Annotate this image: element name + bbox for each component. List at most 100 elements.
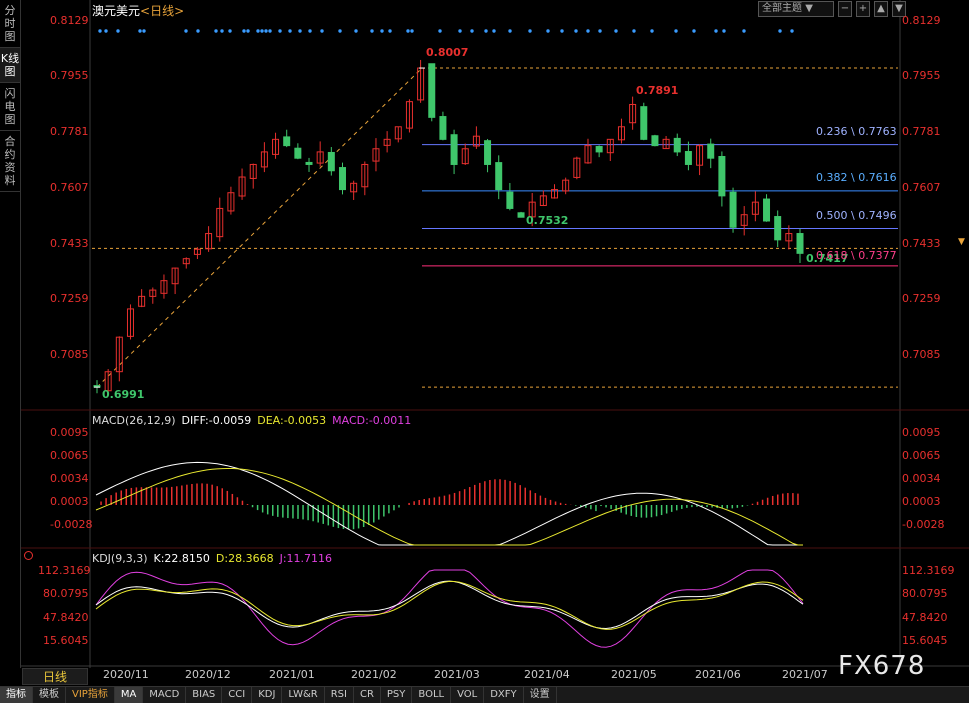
signal-dot xyxy=(220,29,224,33)
macd-axis-label: -0.0028 xyxy=(50,518,93,531)
time-axis-label: 2020/12 xyxy=(185,668,231,681)
indicator-cci[interactable]: CCI xyxy=(222,687,253,703)
price-axis-label: 0.8129 xyxy=(902,14,941,27)
indicator-bias[interactable]: BIAS xyxy=(186,687,223,703)
signal-dot xyxy=(242,29,246,33)
macd-diff: DIFF:-0.0059 xyxy=(181,414,252,427)
price-axis-label: 0.7433 xyxy=(50,237,89,250)
fib-label-0236: 0.236 \ 0.7763 xyxy=(816,125,897,138)
signal-dot xyxy=(674,29,678,33)
candle-body xyxy=(495,162,503,191)
indicator-macd[interactable]: MACD xyxy=(143,687,187,703)
candle-body xyxy=(450,134,458,165)
settings-tab[interactable]: 设置 xyxy=(524,687,557,703)
kdj-settings-icon[interactable] xyxy=(24,551,33,560)
macd-axis-label: 0.0065 xyxy=(50,449,89,462)
signal-dot xyxy=(142,29,146,33)
time-axis-label: 2021/02 xyxy=(351,668,397,681)
triangle-down-icon: ▼ xyxy=(895,3,903,14)
signal-dot xyxy=(196,29,200,33)
template-tab[interactable]: 模板 xyxy=(33,687,66,703)
signal-dot xyxy=(256,29,260,33)
tab-kline-chart[interactable]: K线图 xyxy=(0,48,20,83)
signal-dot xyxy=(722,29,726,33)
macd-dea: DEA:-0.0053 xyxy=(257,414,327,427)
candle-body xyxy=(506,191,514,209)
kdj-axis-label: 47.8420 xyxy=(43,611,89,624)
signal-dot xyxy=(410,29,414,33)
signal-dot xyxy=(790,29,794,33)
period-label: <日线> xyxy=(140,4,185,18)
signal-dot xyxy=(492,29,496,33)
vip-indicator-tab[interactable]: VIP指标 xyxy=(66,687,115,703)
symbol-name: 澳元美元 xyxy=(92,4,141,18)
signal-dot xyxy=(354,29,358,33)
kdj-d-line xyxy=(95,580,804,630)
indicator-psy[interactable]: PSY xyxy=(381,687,413,703)
signal-dot xyxy=(458,29,462,33)
tab-flash-chart[interactable]: 闪电图 xyxy=(0,83,20,131)
price-axis-label: 0.7781 xyxy=(902,125,941,138)
scroll-up-button[interactable]: ▲ xyxy=(874,1,888,17)
price-axis-label: 0.7433 xyxy=(902,237,941,250)
tab-time-chart[interactable]: 分时图 xyxy=(0,0,20,48)
signal-dot xyxy=(560,29,564,33)
period-tab-daily[interactable]: 日线 xyxy=(22,668,88,685)
zoom-out-button[interactable]: − xyxy=(838,1,852,17)
price-axis-label: 0.7955 xyxy=(902,69,941,82)
indicator-lwr[interactable]: LW&R xyxy=(282,687,325,703)
signal-dot xyxy=(228,29,232,33)
time-axis-label: 2021/01 xyxy=(269,668,315,681)
watermark-logo: FX678 xyxy=(838,651,926,681)
top-toolbar: 全部主题 ▼ − + ▲ ▼ xyxy=(758,1,906,17)
price-axis-label: 0.7955 xyxy=(50,69,89,82)
time-axis-label: 2021/04 xyxy=(524,668,570,681)
signal-dot xyxy=(104,29,108,33)
signal-dot xyxy=(438,29,442,33)
time-axis-label: 2021/06 xyxy=(695,668,741,681)
indicator-ma[interactable]: MA xyxy=(114,687,144,703)
candle-body xyxy=(294,147,302,159)
indicator-boll[interactable]: BOLL xyxy=(412,687,452,703)
theme-dropdown-label: 全部主题 xyxy=(762,3,802,14)
signal-dot xyxy=(650,29,654,33)
candle-body xyxy=(338,167,346,191)
signal-dot xyxy=(508,29,512,33)
tab-contract-info[interactable]: 合约资料 xyxy=(0,131,20,192)
macd-value: MACD:-0.0011 xyxy=(332,414,412,427)
candle-body xyxy=(517,212,525,218)
macd-axis-label: 0.0034 xyxy=(902,472,941,485)
candle-body xyxy=(729,191,737,228)
mid-low-price-label: 0.7532 xyxy=(526,214,569,227)
zoom-in-button[interactable]: + xyxy=(856,1,870,17)
price-axis-label: 0.7085 xyxy=(902,348,941,361)
macd-axis-label: 0.0065 xyxy=(902,449,941,462)
candle-body xyxy=(484,140,492,165)
time-axis-label: 2021/03 xyxy=(434,668,480,681)
signal-dot xyxy=(632,29,636,33)
candle-body xyxy=(707,143,715,159)
candle-body xyxy=(305,161,313,165)
price-axis-label: 0.7607 xyxy=(50,181,89,194)
indicator-rsi[interactable]: RSI xyxy=(325,687,354,703)
signal-dot xyxy=(370,29,374,33)
signal-dot xyxy=(614,29,618,33)
indicator-vol[interactable]: VOL xyxy=(451,687,485,703)
signal-dot xyxy=(484,29,488,33)
indicator-cr[interactable]: CR xyxy=(354,687,381,703)
signal-dot xyxy=(138,29,142,33)
signal-dot xyxy=(598,29,602,33)
indicator-tab[interactable]: 指标 xyxy=(0,687,33,703)
indicator-kdj[interactable]: KDJ xyxy=(252,687,283,703)
macd-axis-label: 0.0034 xyxy=(50,472,89,485)
indicator-bar: 指标 模板 VIP指标 MA MACD BIAS CCI KDJ LW&R RS… xyxy=(0,686,969,703)
macd-axis-label: 0.0003 xyxy=(50,495,89,508)
theme-dropdown[interactable]: 全部主题 ▼ xyxy=(758,1,834,17)
signal-dot xyxy=(288,29,292,33)
candle-body xyxy=(595,146,603,153)
kdj-axis-label: 15.6045 xyxy=(43,634,89,647)
last-price-marker-icon: ▼ xyxy=(958,237,965,247)
indicator-dxfy[interactable]: DXFY xyxy=(484,687,524,703)
macd-axis-label: -0.0028 xyxy=(902,518,945,531)
price-axis-label: 0.8129 xyxy=(50,14,89,27)
